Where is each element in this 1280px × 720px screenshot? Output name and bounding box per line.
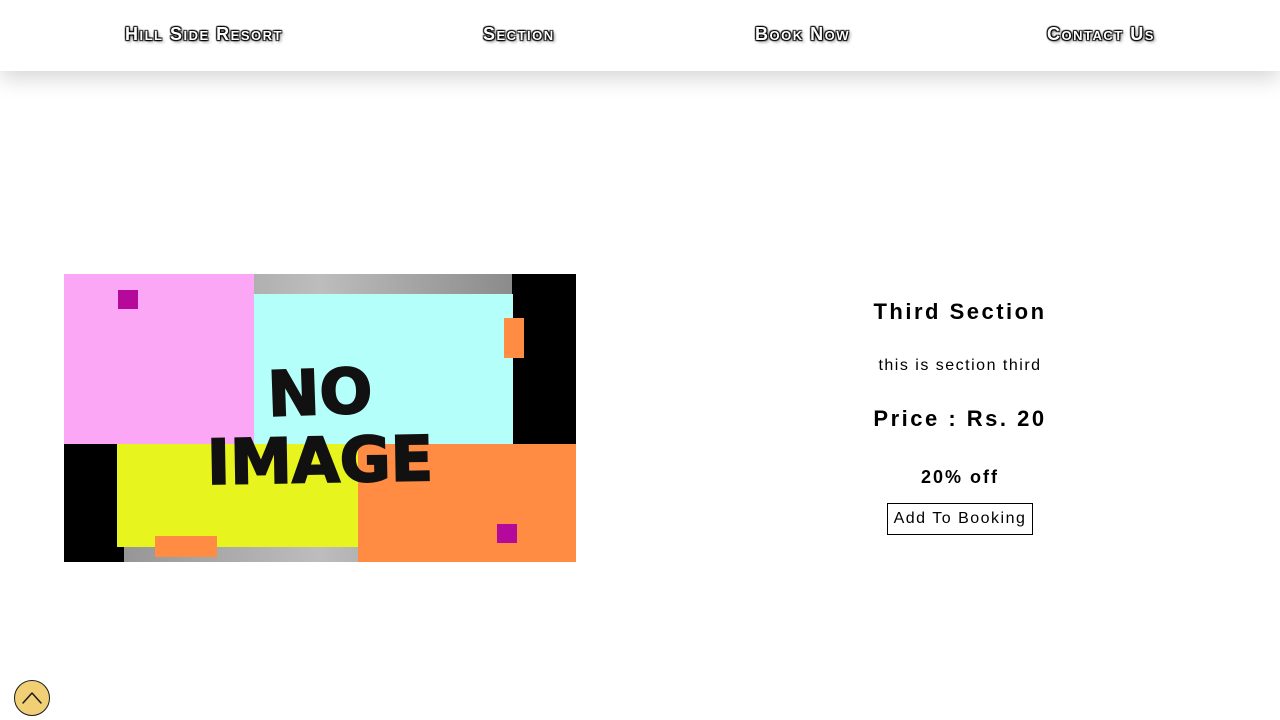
no-text: NO [266,354,373,431]
section-image: NO IMAGE [64,274,576,562]
add-to-booking-button[interactable]: Add To Booking [886,503,1034,535]
image-text: IMAGE [206,422,433,499]
brand-link[interactable]: Hill Side Resort [125,24,283,45]
section-info: Third Section this is section third Pric… [760,296,1160,535]
nav-item-contact-us[interactable]: Contact Us [1047,24,1155,45]
section-discount: 20% off [920,467,999,487]
section-description: this is section third [878,357,1042,374]
scroll-to-top-button[interactable] [14,680,50,716]
chevron-up-icon [22,692,42,704]
no-image-placeholder: NO IMAGE [64,274,576,562]
section-price: Price : Rs. 20 [873,406,1047,431]
section-title: Third Section [873,299,1047,324]
navbar: Hill Side Resort Section Book Now Contac… [0,0,1280,71]
nav-item-section[interactable]: Section [483,24,555,45]
nav-item-book-now[interactable]: Book Now [755,24,850,45]
